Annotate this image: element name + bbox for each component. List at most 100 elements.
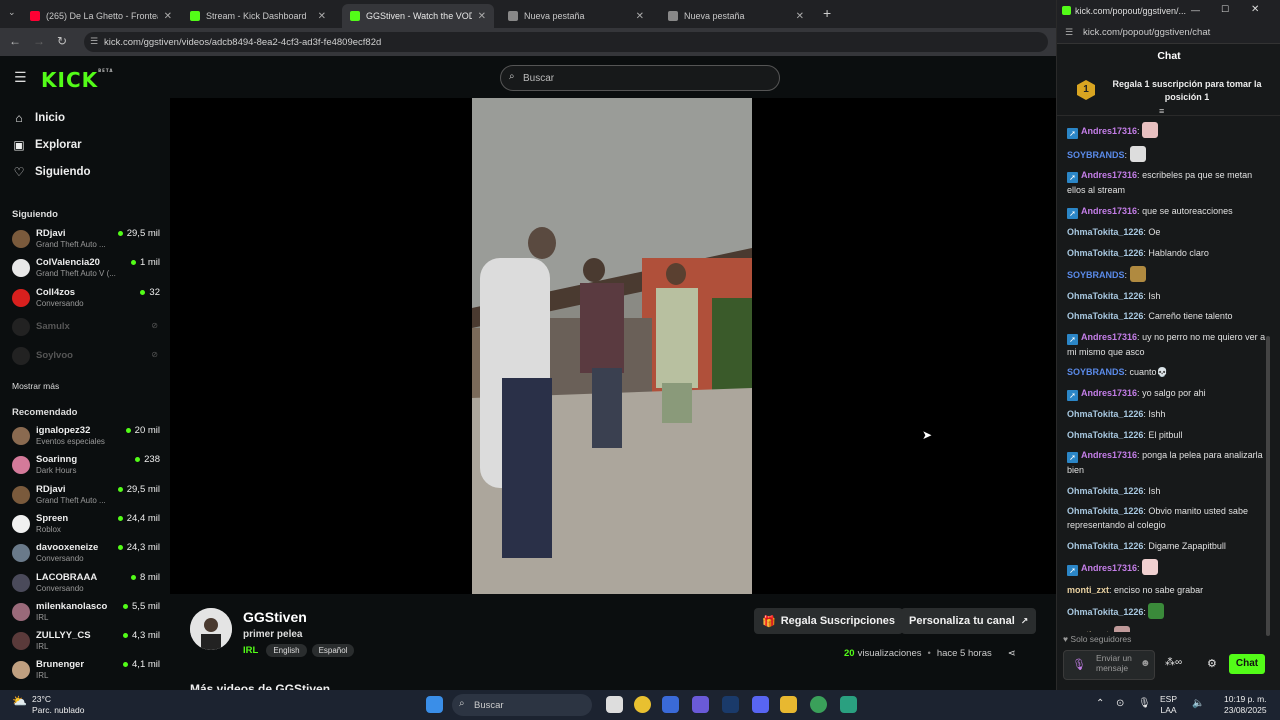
chat-username[interactable]: OhmaTokita_1226 <box>1067 506 1143 516</box>
sidebar-channel[interactable]: Spreen Roblox 24,4 mil <box>12 512 160 538</box>
network-icon[interactable]: ⊙ <box>1116 698 1124 709</box>
gift-subscriptions-button[interactable]: 🎁 Regala Suscripciones <box>754 608 904 634</box>
chat-username[interactable]: OhmaTokita_1226 <box>1067 291 1143 301</box>
chat-username[interactable]: OhmaTokita_1226 <box>1067 409 1143 419</box>
tag-english[interactable]: English <box>266 644 307 657</box>
sidebar-channel[interactable]: LACOBRAAA Conversando 8 mil <box>12 571 160 597</box>
maximize-icon[interactable]: ☐ <box>1221 4 1229 15</box>
language-indicator[interactable]: ESP LAA <box>1160 694 1177 716</box>
minimize-icon[interactable]: — <box>1191 5 1200 15</box>
chat-username[interactable]: OhmaTokita_1226 <box>1067 248 1143 258</box>
category-link[interactable]: IRL <box>243 645 258 656</box>
taskbar-search[interactable]: ⌕ Buscar <box>452 694 592 716</box>
system-clock[interactable]: 10:19 p. m. 23/08/2025 <box>1224 694 1267 716</box>
chat-username[interactable]: Andres17316 <box>1081 206 1137 216</box>
chat-username[interactable]: OhmaTokita_1226 <box>1067 311 1143 321</box>
customize-channel-button[interactable]: Personaliza tu canal ↗ <box>901 608 1037 634</box>
chat-username[interactable]: SOYBRANDS <box>1067 367 1125 377</box>
sidebar-channel[interactable]: Samulx ⊘ <box>12 315 160 341</box>
sidebar-channel[interactable]: Soylvoo ⊘ <box>12 344 160 370</box>
browser-tab[interactable]: Nueva pestaña ✕ <box>500 4 652 28</box>
chrome-icon[interactable] <box>634 696 651 713</box>
close-tab-icon[interactable]: ✕ <box>636 11 644 22</box>
steam-icon[interactable] <box>722 696 739 713</box>
chat-username[interactable]: Andres17316 <box>1081 388 1137 398</box>
chat-username[interactable]: OhmaTokita_1226 <box>1067 541 1143 551</box>
chat-username[interactable]: monti_zxt <box>1067 585 1109 595</box>
send-chat-button[interactable]: Chat <box>1229 654 1265 674</box>
video-frame[interactable] <box>472 98 752 594</box>
chat-username[interactable]: Andres17316 <box>1081 332 1137 342</box>
chat-username[interactable]: SOYBRANDS <box>1067 270 1125 280</box>
sidebar-channel[interactable]: RDjavi Grand Theft Auto ... 29,5 mil <box>12 483 160 509</box>
forward-arrow-icon[interactable]: → <box>33 34 45 48</box>
close-tab-icon[interactable]: ✕ <box>318 11 326 22</box>
chat-username[interactable]: Andres17316 <box>1081 170 1137 180</box>
windows-start-icon[interactable] <box>426 696 443 713</box>
teams-icon[interactable] <box>692 696 709 713</box>
site-info-icon[interactable]: ☰ <box>1065 27 1073 38</box>
chat-username[interactable]: SOYBRANDS <box>1067 150 1125 160</box>
emoji-icon[interactable]: ☻ <box>1140 658 1151 669</box>
sidebar-channel[interactable]: davooxeneize Conversando 24,3 mil <box>12 541 160 567</box>
reload-icon[interactable]: ↻ <box>57 34 67 48</box>
url-field[interactable]: ☰ kick.com/ggstiven/videos/adcb8494-8ea2… <box>84 32 1048 52</box>
kick-logo[interactable]: KICKBETA <box>41 68 113 92</box>
close-tab-icon[interactable]: ✕ <box>478 11 486 22</box>
task-view-icon[interactable] <box>606 696 623 713</box>
sidebar-channel[interactable]: ColValencia20 Grand Theft Auto V (... 1 mi… <box>12 256 160 282</box>
browser-tab[interactable]: GGStiven - Watch the VOD... ✕ <box>342 4 494 28</box>
chat-username[interactable]: OhmaTokita_1226 <box>1067 430 1143 440</box>
close-icon[interactable]: ✕ <box>1251 4 1259 15</box>
browser-tab[interactable]: Nueva pestaña ✕ <box>660 4 812 28</box>
extensions-icon[interactable]: ⁂∞ <box>1165 657 1182 668</box>
weather-widget[interactable]: ⛅ 23°C Parc. nublado <box>12 694 84 716</box>
store-icon[interactable] <box>662 696 679 713</box>
file-explorer-icon[interactable] <box>780 696 797 713</box>
settings-gear-icon[interactable]: ⚙ <box>1207 657 1217 670</box>
chat-username[interactable]: OhmaTokita_1226 <box>1067 607 1143 617</box>
channel-name[interactable]: GGStiven <box>243 609 307 625</box>
sidebar-channel[interactable]: milenkanolasco IRL 5,5 mil <box>12 600 160 626</box>
browser-tab[interactable]: Stream - Kick Dashboard ✕ <box>182 4 334 28</box>
channel-avatar[interactable] <box>190 608 232 650</box>
tray-overflow-icon[interactable]: ⌃ <box>1096 698 1104 709</box>
chrome-active-icon[interactable] <box>810 696 827 713</box>
chat-username[interactable]: Andres17316 <box>1081 563 1137 573</box>
chat-username[interactable]: Andres17316 <box>1081 126 1137 136</box>
share-icon[interactable]: ⋖ <box>1008 648 1016 659</box>
chat-username[interactable]: OhmaTokita_1226 <box>1067 227 1143 237</box>
tag-espanol[interactable]: Español <box>311 644 355 657</box>
nav-item[interactable]: ▣ Explorar <box>12 138 81 152</box>
close-tab-icon[interactable]: ✕ <box>164 11 172 22</box>
browser-tab[interactable]: (265) De La Ghetto - Fronteando... ✕ <box>22 4 180 28</box>
volume-icon[interactable]: 🔈 <box>1192 698 1204 709</box>
sidebar-channel[interactable]: Soarinng Dark Hours 238 <box>12 453 160 479</box>
sidebar-channel[interactable]: Brunenger IRL 4,1 mil <box>12 658 160 684</box>
discord-icon[interactable] <box>752 696 769 713</box>
pinned-gift-banner[interactable]: 1 Regala 1 suscripción para tomar la pos… <box>1057 70 1280 116</box>
sidebar-channel[interactable]: ignalopez32 Eventos especiales 20 mil <box>12 424 160 450</box>
menu-icon[interactable]: ☰ <box>14 69 27 86</box>
close-tab-icon[interactable]: ✕ <box>796 11 804 22</box>
chat-username[interactable]: monti_zxt <box>1067 630 1109 633</box>
sidebar-channel[interactable]: RDjavi Grand Theft Auto ... 29,5 mil <box>12 227 160 253</box>
tab-list-dropdown-icon[interactable]: ⌄ <box>8 7 16 18</box>
kick-app-icon[interactable] <box>840 696 857 713</box>
collapse-icon[interactable]: ≡ <box>1159 106 1164 116</box>
show-more-link[interactable]: Mostrar más <box>12 381 59 391</box>
site-info-icon[interactable]: ☰ <box>90 36 98 47</box>
search-input[interactable]: ⌕ Buscar <box>500 65 780 91</box>
chat-username[interactable]: OhmaTokita_1226 <box>1067 486 1143 496</box>
chat-input[interactable]: 🎙 Enviar un mensaje ☻ <box>1063 650 1155 680</box>
chat-scrollbar[interactable] <box>1266 336 1270 636</box>
nav-item[interactable]: ⌂ Inicio <box>12 111 65 125</box>
chat-username[interactable]: Andres17316 <box>1081 450 1137 460</box>
sidebar-channel[interactable]: Coll4zos Conversando 32 <box>12 286 160 312</box>
nav-item[interactable]: ♡ Siguiendo <box>12 165 91 179</box>
microphone-icon[interactable]: 🎙 <box>1072 658 1086 671</box>
back-arrow-icon[interactable]: ← <box>9 34 21 48</box>
new-tab-button[interactable]: + <box>823 5 831 21</box>
mic-tray-icon[interactable]: 🎙 <box>1138 698 1151 709</box>
sidebar-channel[interactable]: ZULLYY_CS IRL 4,3 mil <box>12 629 160 655</box>
